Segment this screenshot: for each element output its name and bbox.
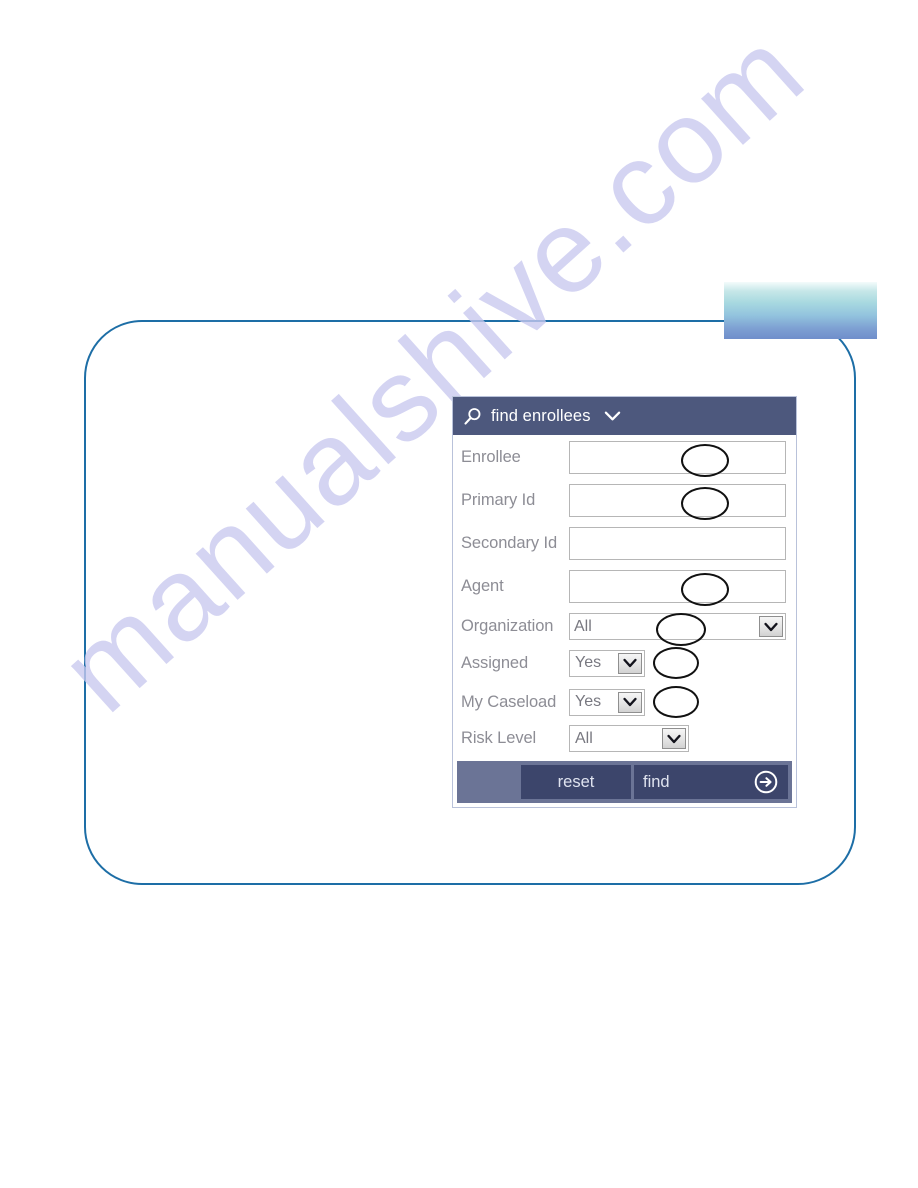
field-label-agent: Agent <box>461 577 504 595</box>
annotation-ellipse <box>681 573 729 606</box>
panel-footer: reset find <box>457 761 792 803</box>
chevron-down-icon[interactable] <box>618 652 642 674</box>
chevron-down-icon[interactable] <box>618 691 642 713</box>
arrow-right-circle-icon <box>753 769 779 795</box>
secondary-id-input[interactable] <box>569 527 786 560</box>
find-button[interactable]: find <box>634 765 788 799</box>
annotation-ellipse <box>653 647 699 679</box>
field-label-enrollee: Enrollee <box>461 448 521 466</box>
annotation-ellipse <box>656 613 706 646</box>
field-row-primary-id: Primary Id <box>461 484 786 520</box>
panel-header[interactable]: find enrollees <box>453 397 796 435</box>
annotation-ellipse <box>653 686 699 718</box>
organization-value: All <box>574 617 592 635</box>
chevron-down-icon[interactable] <box>591 410 621 422</box>
chevron-down-icon[interactable] <box>662 728 686 749</box>
field-row-assigned: Assigned Yes <box>461 647 786 679</box>
risk-level-value: All <box>575 729 593 747</box>
field-row-my-caseload: My Caseload Yes <box>461 686 786 718</box>
find-button-label: find <box>643 772 670 791</box>
accent-gradient-box <box>724 282 877 339</box>
find-enrollees-panel: find enrollees Enrollee Primary Id Secon… <box>452 396 797 808</box>
field-label-primary-id: Primary Id <box>461 491 536 509</box>
primary-id-input[interactable] <box>569 484 786 520</box>
my-caseload-select[interactable]: Yes <box>569 688 645 716</box>
annotation-ellipse <box>681 444 729 477</box>
search-icon <box>463 407 482 426</box>
assigned-value: Yes <box>575 654 602 671</box>
chevron-down-icon[interactable] <box>759 616 783 637</box>
field-row-enrollee: Enrollee <box>461 441 786 477</box>
field-row-organization: Organization All <box>461 613 786 646</box>
field-label-assigned: Assigned <box>461 653 529 672</box>
panel-body: Enrollee Primary Id Secondary Id Agent O… <box>453 435 796 752</box>
field-row-secondary-id: Secondary Id <box>461 527 786 560</box>
reset-button[interactable]: reset <box>521 765 631 799</box>
annotation-ellipse <box>681 487 729 520</box>
assigned-select[interactable]: Yes <box>569 649 645 677</box>
field-label-secondary-id: Secondary Id <box>461 534 558 552</box>
field-label-organization: Organization <box>461 617 554 635</box>
enrollee-input[interactable] <box>569 441 786 477</box>
field-label-risk-level: Risk Level <box>461 729 537 747</box>
agent-input[interactable] <box>569 570 786 606</box>
field-row-risk-level: Risk Level All <box>461 725 786 752</box>
organization-select[interactable]: All <box>569 613 786 646</box>
page-canvas: manualshive.com find enrollees Enrollee <box>0 0 918 1188</box>
field-label-my-caseload: My Caseload <box>461 692 557 711</box>
field-row-agent: Agent <box>461 570 786 606</box>
panel-title: find enrollees <box>491 406 591 425</box>
my-caseload-value: Yes <box>575 693 602 710</box>
risk-level-select[interactable]: All <box>569 725 689 752</box>
reset-button-label: reset <box>557 772 595 791</box>
